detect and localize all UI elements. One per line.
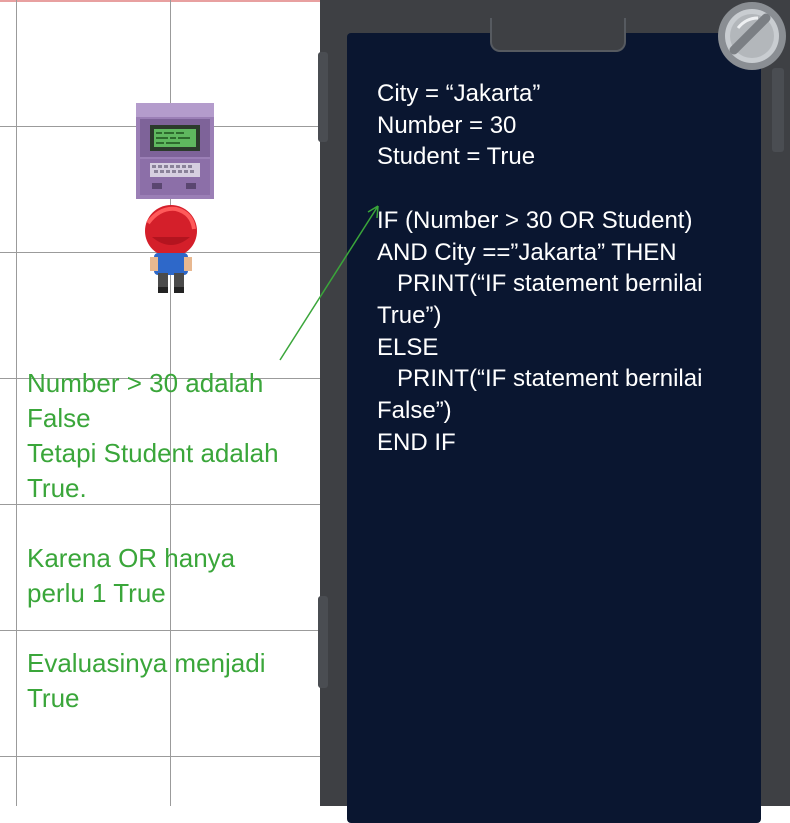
explanation-line: perlu 1 True xyxy=(27,578,166,608)
code-line: AND City ==”Jakarta” THEN xyxy=(377,238,677,266)
code-line: Number = 30 xyxy=(377,111,517,139)
side-button xyxy=(318,52,328,142)
code-line: City = “Jakarta” xyxy=(377,80,541,107)
close-orb-icon[interactable] xyxy=(716,0,788,72)
code-line: PRINT(“IF statement bernilai xyxy=(377,365,703,393)
code-line: PRINT(“IF statement bernilai xyxy=(377,270,703,298)
computer-terminal-icon[interactable] xyxy=(136,103,214,199)
explanation-line: Evaluasinya menjadi xyxy=(27,648,266,678)
code-line: False”) xyxy=(377,397,452,425)
grid-line xyxy=(16,0,17,806)
side-button xyxy=(772,68,784,152)
explanation-line: True xyxy=(27,683,80,713)
code-line: True”) xyxy=(377,301,442,329)
phone-notch xyxy=(490,18,626,52)
code-block: City = “Jakarta” Number = 30 Student = T… xyxy=(377,78,762,458)
explanation-note: Number > 30 adalah False Tetapi Student … xyxy=(27,366,327,716)
code-line: END IF xyxy=(377,428,456,456)
code-line: Student = True xyxy=(377,143,536,171)
code-line: ELSE xyxy=(377,333,439,361)
explanation-line: False xyxy=(27,403,91,433)
player-character[interactable] xyxy=(142,203,200,295)
explanation-line: Tetapi Student adalah xyxy=(27,438,279,468)
explanation-line: True. xyxy=(27,473,87,503)
explanation-line: Karena OR hanya xyxy=(27,543,236,573)
grid-line xyxy=(0,756,320,757)
explanation-line: Number > 30 adalah xyxy=(27,368,264,398)
grid-top-border xyxy=(0,0,320,2)
code-line: IF (Number > 30 OR Student) xyxy=(377,206,693,234)
